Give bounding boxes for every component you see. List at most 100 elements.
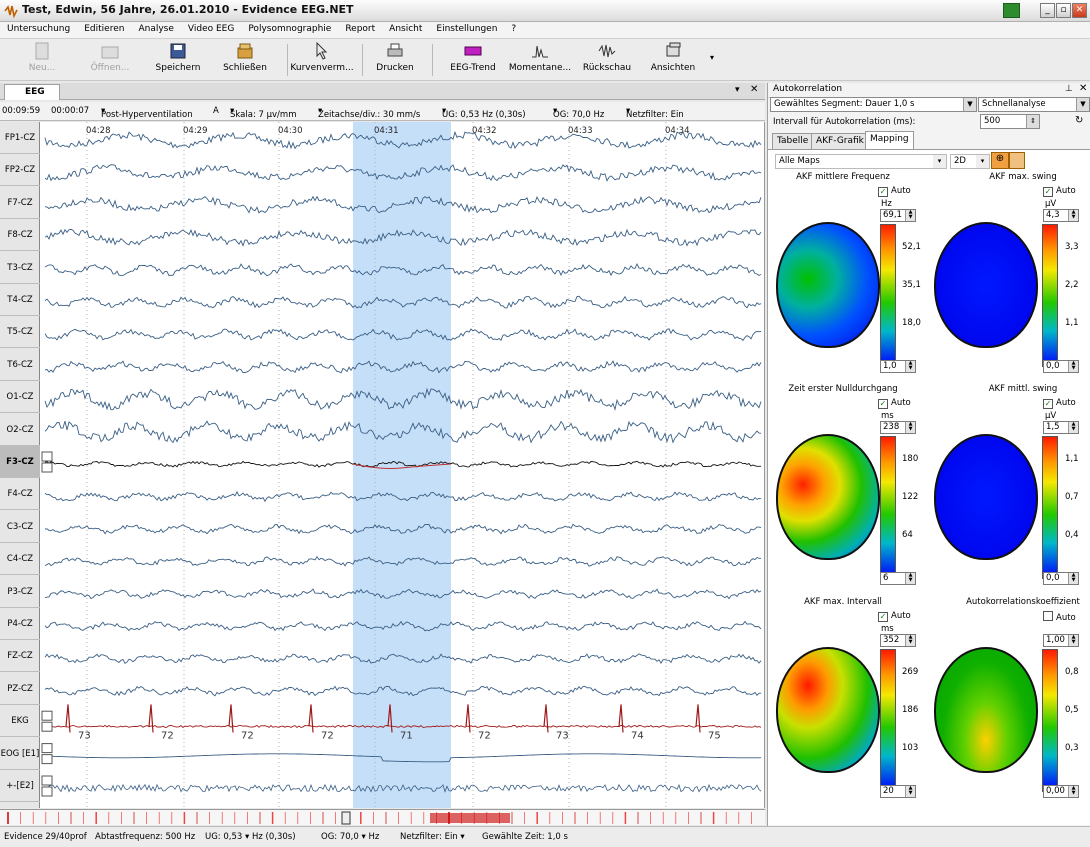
- min-value-spin[interactable]: 0,0 ▲ ▼: [1043, 572, 1079, 585]
- brain-map[interactable]: [776, 222, 880, 348]
- channel-label[interactable]: F3-CZ: [0, 446, 40, 478]
- brain-map[interactable]: [776, 434, 880, 560]
- pin-icon[interactable]: ⊥: [1065, 84, 1073, 94]
- head-view-icon[interactable]: ⊕: [991, 152, 1009, 169]
- rueckschau-button[interactable]: Rückschau: [582, 41, 632, 79]
- recording-timeline[interactable]: [0, 809, 765, 825]
- max-value-spin[interactable]: 352 ▲ ▼: [880, 634, 916, 647]
- new-button[interactable]: Neu...: [20, 41, 64, 79]
- brain-map[interactable]: [934, 222, 1038, 348]
- min-value-spin[interactable]: 0,00 ▲ ▼: [1043, 785, 1079, 798]
- momentane-button[interactable]: Momentane...: [508, 41, 572, 79]
- ansichten-button[interactable]: Ansichten: [650, 41, 696, 79]
- channel-label[interactable]: FZ-CZ: [0, 640, 40, 673]
- max-value-spin[interactable]: 1,5 ▲ ▼: [1043, 421, 1079, 434]
- record-icon[interactable]: [1003, 3, 1020, 18]
- amplitude-plus-button[interactable]: [41, 710, 53, 721]
- scale-select[interactable]: Skala: 7 µv/mm ▾: [230, 106, 297, 120]
- tab-menu-icon[interactable]: ▾: [735, 85, 740, 95]
- toolbar-overflow-icon[interactable]: ▾: [710, 53, 714, 62]
- channel-label[interactable]: T5-CZ: [0, 316, 40, 349]
- tab-akf-grafik[interactable]: AKF-Grafik: [811, 133, 869, 149]
- tab-eeg[interactable]: EEG: [4, 84, 60, 100]
- channel-label[interactable]: PZ-CZ: [0, 673, 40, 705]
- channel-label[interactable]: FP1-CZ: [0, 122, 40, 154]
- amplitude-minus-button[interactable]: [41, 721, 53, 732]
- channel-label[interactable]: O2-CZ: [0, 414, 40, 446]
- mode-select[interactable]: Schnellanalyse ▼: [978, 97, 1090, 112]
- channel-label[interactable]: T3-CZ: [0, 252, 40, 284]
- channel-label[interactable]: P3-CZ: [0, 576, 40, 608]
- open-button[interactable]: Öffnen...: [84, 41, 136, 79]
- status-netz[interactable]: Netzfilter: Ein ▾: [400, 832, 465, 842]
- menu-analyse[interactable]: Analyse: [131, 22, 180, 34]
- min-value-spin[interactable]: 20 ▲ ▼: [880, 785, 916, 798]
- channel-label[interactable]: F7-CZ: [0, 187, 40, 219]
- condition-select[interactable]: Post-Hyperventilation ▾: [101, 106, 193, 120]
- amplitude-minus-button[interactable]: [41, 462, 53, 473]
- channel-label[interactable]: T6-CZ: [0, 349, 40, 381]
- min-value-spin[interactable]: 0,0 ▲ ▼: [1043, 360, 1079, 373]
- tab-close-icon[interactable]: ✕: [750, 84, 758, 95]
- channel-label[interactable]: T4-CZ: [0, 284, 40, 316]
- save-button[interactable]: Speichern: [154, 41, 202, 79]
- eeg-display[interactable]: FP1-CZ FP2-CZ F7-CZ F8-CZ T3-CZ T4-CZ T5-CZ T6-…: [0, 122, 765, 808]
- maps-select[interactable]: Alle Maps ▾: [775, 154, 947, 169]
- print-button[interactable]: Drucken: [372, 41, 418, 79]
- menu-polysomnographie[interactable]: Polysomnographie: [241, 22, 338, 34]
- close-doc-button[interactable]: Schließen: [220, 41, 270, 79]
- minimize-button[interactable]: _: [1040, 3, 1055, 18]
- amplitude-minus-button[interactable]: [41, 786, 53, 797]
- menu-editieren[interactable]: Editieren: [77, 22, 131, 34]
- eeg-traces[interactable]: 04:28 04:29 04:30 04:31 04:32 04:33 04:3473 72 7…: [41, 122, 764, 808]
- channel-label[interactable]: EOG [E1]: [0, 738, 40, 770]
- auto-checkbox[interactable]: ✓ Auto: [1043, 398, 1076, 409]
- timebase-select[interactable]: Zeitachse/div.: 30 mm/s ▾: [318, 106, 420, 120]
- channel-label[interactable]: FP2-CZ: [0, 154, 40, 187]
- max-value-spin[interactable]: 1,00 ▲ ▼: [1043, 634, 1079, 647]
- menu-ansicht[interactable]: Ansicht: [382, 22, 429, 34]
- interval-input[interactable]: 500 ⇕: [980, 114, 1040, 129]
- timeline-position-marker[interactable]: [341, 811, 351, 825]
- channel-label[interactable]: F8-CZ: [0, 219, 40, 252]
- view-select[interactable]: 2D ▾: [950, 154, 990, 169]
- channel-label[interactable]: EKG: [0, 705, 40, 738]
- refresh-icon[interactable]: ↻: [1075, 115, 1083, 126]
- menu-einstellungen[interactable]: Einstellungen: [429, 22, 504, 34]
- channel-label[interactable]: C3-CZ: [0, 511, 40, 543]
- min-value-spin[interactable]: 6 ▲ ▼: [880, 572, 916, 585]
- tab-mapping[interactable]: Mapping: [865, 131, 914, 149]
- restore-button[interactable]: ▫: [1056, 3, 1071, 18]
- a-button[interactable]: A: [213, 106, 219, 116]
- amplitude-plus-button[interactable]: [41, 775, 53, 786]
- max-value-spin[interactable]: 238 ▲ ▼: [880, 421, 916, 434]
- eeg-trend-button[interactable]: EEG-Trend: [446, 41, 500, 79]
- auto-checkbox[interactable]: ✓ Auto: [878, 398, 911, 409]
- ug-filter-select[interactable]: UG: 0,53 Hz (0,30s) ▾: [442, 106, 526, 120]
- close-button[interactable]: ✕: [1072, 3, 1087, 18]
- cursor-button[interactable]: Kurvenverm...: [290, 41, 354, 79]
- max-value-spin[interactable]: 69,1 ▲ ▼: [880, 209, 916, 222]
- min-value-spin[interactable]: 1,0 ▲ ▼: [880, 360, 916, 373]
- brain-map[interactable]: [776, 647, 880, 773]
- panel-close-icon[interactable]: ✕: [1079, 83, 1087, 94]
- auto-checkbox[interactable]: Auto: [1043, 611, 1076, 623]
- auto-checkbox[interactable]: ✓ Auto: [1043, 186, 1076, 197]
- amplitude-plus-button[interactable]: [41, 451, 53, 462]
- channel-label[interactable]: +-[E2]: [0, 770, 40, 802]
- netzfilter-select[interactable]: Netzfilter: Ein ▾: [626, 106, 684, 120]
- max-value-spin[interactable]: 4,3 ▲ ▼: [1043, 209, 1079, 222]
- channel-label[interactable]: F4-CZ: [0, 478, 40, 511]
- menu-help[interactable]: ?: [504, 22, 523, 34]
- brain-map[interactable]: [934, 647, 1038, 773]
- amplitude-plus-button[interactable]: [41, 743, 53, 754]
- channel-label[interactable]: C4-CZ: [0, 543, 40, 576]
- color-scheme-icon[interactable]: [1009, 152, 1025, 169]
- segment-select[interactable]: Gewähltes Segment: Dauer 1,0 s ▼: [770, 97, 977, 112]
- og-filter-select[interactable]: OG: 70,0 Hz ▾: [553, 106, 604, 120]
- auto-checkbox[interactable]: ✓ Auto: [878, 186, 911, 197]
- channel-label[interactable]: P4-CZ: [0, 608, 40, 640]
- channel-label[interactable]: O1-CZ: [0, 381, 40, 414]
- tab-tabelle[interactable]: Tabelle: [772, 133, 814, 149]
- menu-untersuchung[interactable]: Untersuchung: [0, 22, 77, 34]
